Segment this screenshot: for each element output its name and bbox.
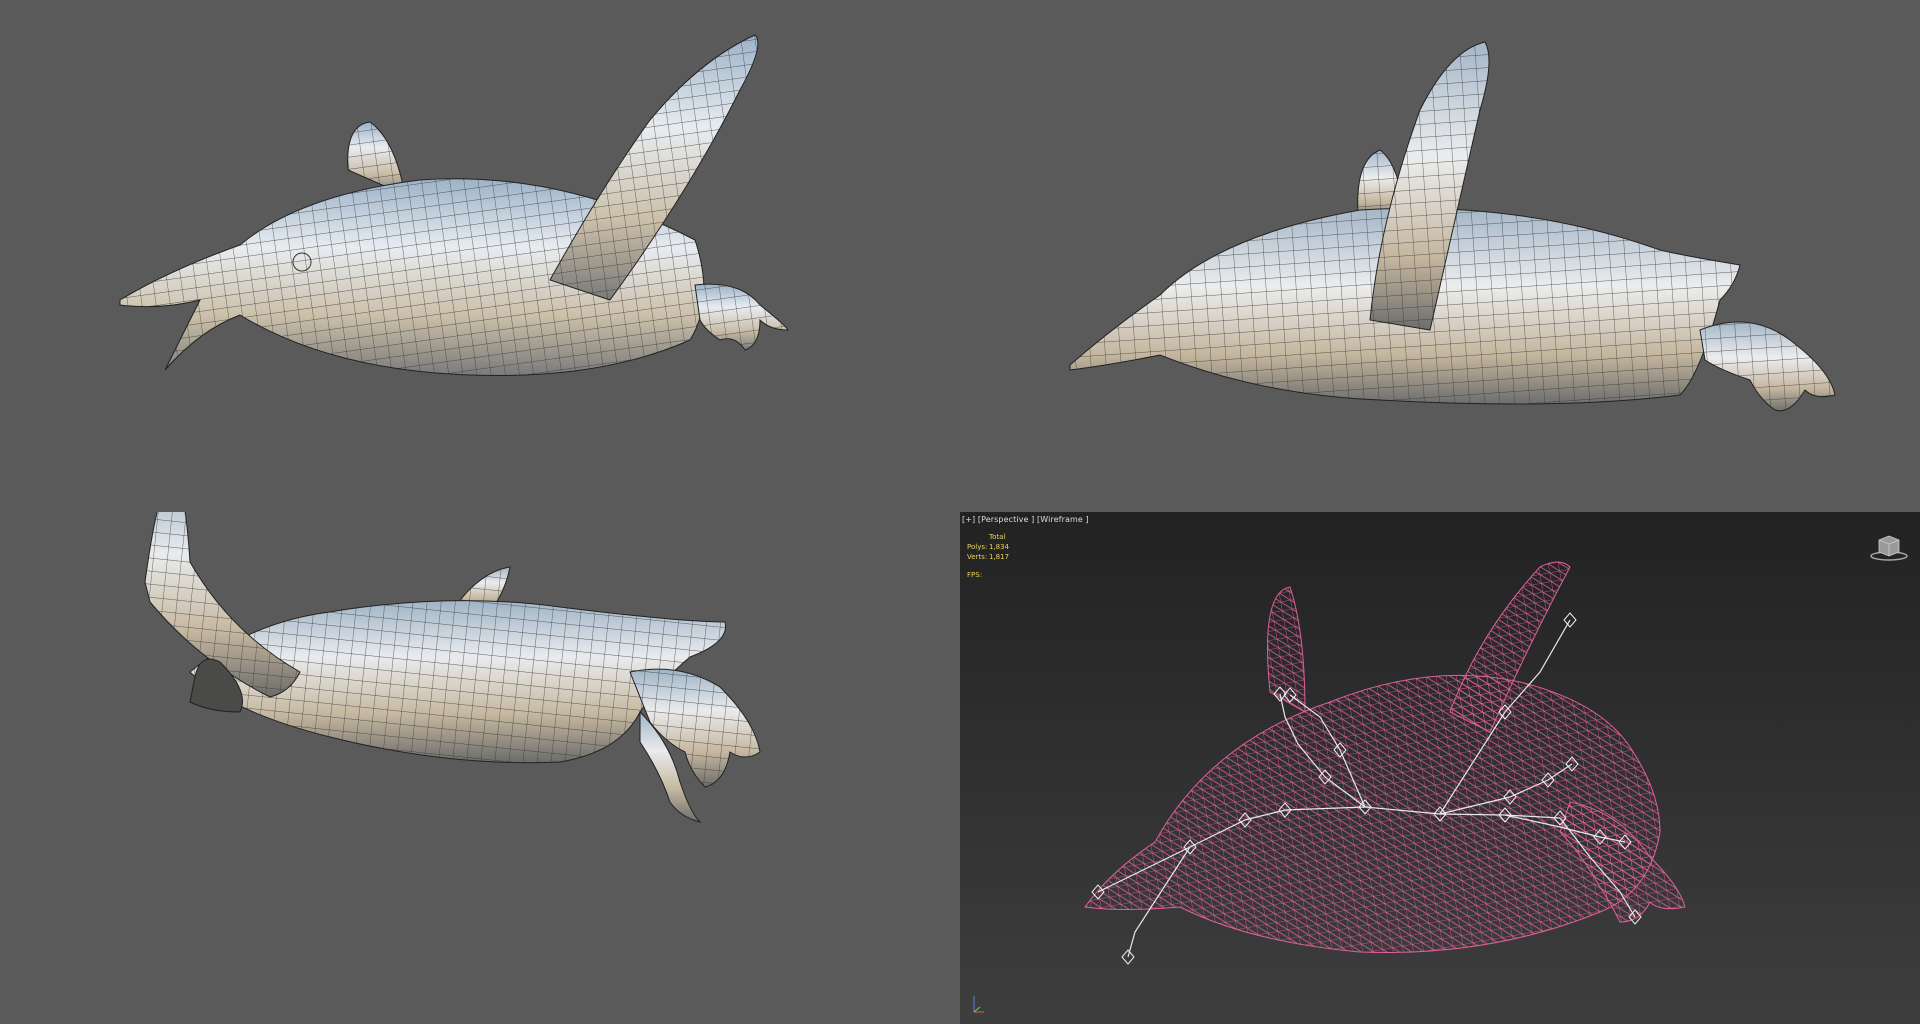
axis-gizmo-icon <box>970 992 988 1016</box>
penguin-model-shaded <box>119 34 789 377</box>
viewport-perspective-wireframe[interactable]: [+] [Perspective ] [Wireframe ] Total Po… <box>960 512 1920 1024</box>
penguin-wireframe-with-bones <box>1084 561 1686 965</box>
viewport-top-right[interactable] <box>960 0 1920 512</box>
penguin-model-shaded <box>144 512 761 823</box>
viewport-top-left[interactable] <box>0 0 960 512</box>
penguin-model-shaded <box>1069 41 1836 412</box>
viewport-bottom-left[interactable] <box>0 512 960 1024</box>
